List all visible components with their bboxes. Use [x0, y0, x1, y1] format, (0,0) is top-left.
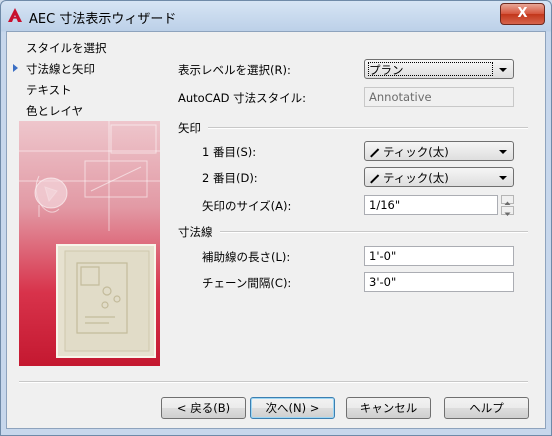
next-button[interactable]: 次へ(N) > — [250, 397, 335, 419]
autocad-style-label: AutoCAD 寸法スタイル: — [178, 91, 306, 105]
arrow-size-label: 矢印のサイズ(A): — [202, 199, 292, 213]
first-arrow-value: ティック(太) — [383, 145, 449, 159]
autocad-logo-icon — [8, 8, 22, 22]
second-arrow-label: 2 番目(D): — [202, 171, 258, 185]
arrow-size-spinner[interactable] — [501, 195, 514, 216]
spin-up-button[interactable] — [501, 195, 514, 205]
extension-length-input[interactable]: 1'-0" — [364, 246, 514, 266]
section-divider — [208, 127, 528, 129]
first-arrow-label: 1 番目(S): — [202, 145, 257, 159]
spin-down-button[interactable] — [501, 206, 514, 216]
second-arrow-select[interactable]: ティック(太) — [364, 167, 514, 187]
second-arrow-value: ティック(太) — [383, 171, 449, 185]
section-divider — [220, 231, 528, 233]
chevron-down-icon — [499, 150, 507, 154]
back-button[interactable]: < 戻る(B) — [161, 397, 246, 419]
display-level-select[interactable]: プラン — [364, 59, 514, 79]
dimension-section-heading: 寸法線 — [178, 225, 213, 239]
nav-item-color-layer[interactable]: 色とレイヤ — [26, 103, 83, 119]
autocad-style-field: Annotative — [364, 87, 514, 107]
help-button[interactable]: ヘルプ — [444, 397, 529, 419]
display-level-label: 表示レベルを選択(R): — [178, 63, 291, 77]
tick-icon — [370, 148, 379, 157]
nav-item-dimensions-arrows[interactable]: 寸法線と矢印 — [26, 61, 95, 77]
arrow-size-input[interactable]: 1/16" — [364, 195, 498, 215]
current-step-arrow-icon — [13, 64, 18, 72]
title-bar[interactable]: AEC 寸法表示ウィザード X — [1, 1, 551, 31]
button-divider — [19, 381, 528, 383]
chain-gap-label: チェーン間隔(C): — [202, 276, 292, 290]
nav-item-select-style[interactable]: スタイルを選択 — [26, 40, 107, 56]
chevron-down-icon — [499, 68, 507, 72]
tick-icon — [370, 174, 379, 183]
nav-item-text[interactable]: テキスト — [26, 82, 72, 98]
arrow-section-heading: 矢印 — [178, 121, 201, 135]
display-level-value: プラン — [369, 63, 404, 77]
chain-gap-input[interactable]: 3'-0" — [364, 272, 514, 292]
chevron-down-icon — [499, 176, 507, 180]
window-title: AEC 寸法表示ウィザード — [29, 12, 177, 27]
first-arrow-select[interactable]: ティック(太) — [364, 141, 514, 161]
close-button[interactable]: X — [500, 3, 545, 25]
cancel-button[interactable]: キャンセル — [346, 397, 431, 419]
chevron-down-icon — [504, 212, 511, 216]
extension-length-label: 補助線の長さ(L): — [202, 250, 291, 264]
wizard-illustration — [19, 121, 160, 366]
